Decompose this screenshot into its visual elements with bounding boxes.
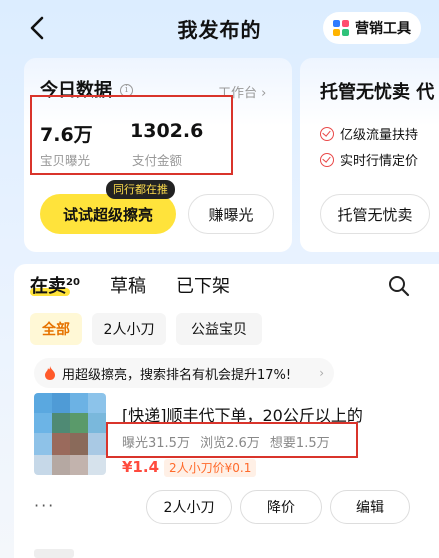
item-price: ¥1.4	[122, 458, 160, 476]
item-stats: 曝光31.5万 浏览2.6万 想要1.5万	[122, 432, 336, 451]
marketing-grid-icon	[333, 20, 349, 36]
flame-icon	[45, 366, 55, 380]
search-icon[interactable]	[387, 274, 411, 298]
item-thumbnail[interactable]	[34, 393, 106, 475]
today-data-title: 今日数据	[40, 80, 112, 101]
more-options-icon[interactable]: ···	[34, 496, 55, 515]
marketing-tools-button[interactable]: 营销工具	[323, 12, 421, 44]
payment-label: 支付金额	[132, 153, 183, 168]
earn-exposure-button[interactable]: 赚曝光	[188, 194, 274, 234]
feature-traffic: 亿级流量扶持	[320, 124, 418, 143]
check-circle-icon	[320, 126, 334, 141]
filter-all[interactable]: 全部	[30, 313, 82, 345]
push-badge: 同行都在推	[106, 180, 175, 199]
header: 我发布的 营销工具	[0, 0, 439, 58]
reduce-price-button[interactable]: 降价	[240, 490, 322, 524]
managed-sale-title: 托管无忧卖 代	[320, 82, 435, 103]
edit-button[interactable]: 编辑	[330, 490, 410, 524]
exposure-value: 7.6万	[40, 124, 93, 146]
feature-pricing: 实时行情定价	[320, 150, 418, 169]
bargain-price-tag: 2人小刀价¥0.1	[164, 459, 257, 477]
info-icon[interactable]: i	[120, 84, 133, 97]
next-item-peek	[34, 549, 74, 558]
chevron-right-icon: ›	[319, 366, 324, 380]
on-sale-count: 20	[66, 277, 80, 288]
exposure-label: 宝贝曝光	[40, 153, 91, 168]
item-title[interactable]: [快递]顺丰代下单，20公斤以上的	[122, 402, 363, 426]
filter-bargain[interactable]: 2人小刀	[92, 313, 166, 345]
stat-exposure: 曝光31.5万	[122, 436, 190, 451]
polish-tip-banner[interactable]: 用超级擦亮，搜索排名有机会提升17%! ›	[34, 358, 334, 388]
check-circle-icon	[320, 152, 334, 167]
marketing-tools-label: 营销工具	[355, 21, 411, 37]
stat-views: 浏览2.6万	[200, 436, 260, 451]
filter-charity[interactable]: 公益宝贝	[176, 313, 262, 345]
payment-value: 1302.6	[130, 120, 204, 142]
tab-drafts[interactable]: 草稿	[110, 272, 146, 298]
super-polish-button[interactable]: 试试超级擦亮	[40, 194, 176, 234]
bargain-button[interactable]: 2人小刀	[146, 490, 232, 524]
managed-sale-button[interactable]: 托管无忧卖	[320, 194, 430, 234]
stat-wants: 想要1.5万	[269, 436, 330, 451]
tab-off-shelf[interactable]: 已下架	[176, 272, 230, 298]
tab-on-sale[interactable]: 在卖20	[30, 272, 80, 298]
tip-text: 用超级擦亮，搜索排名有机会提升17%!	[62, 367, 292, 383]
